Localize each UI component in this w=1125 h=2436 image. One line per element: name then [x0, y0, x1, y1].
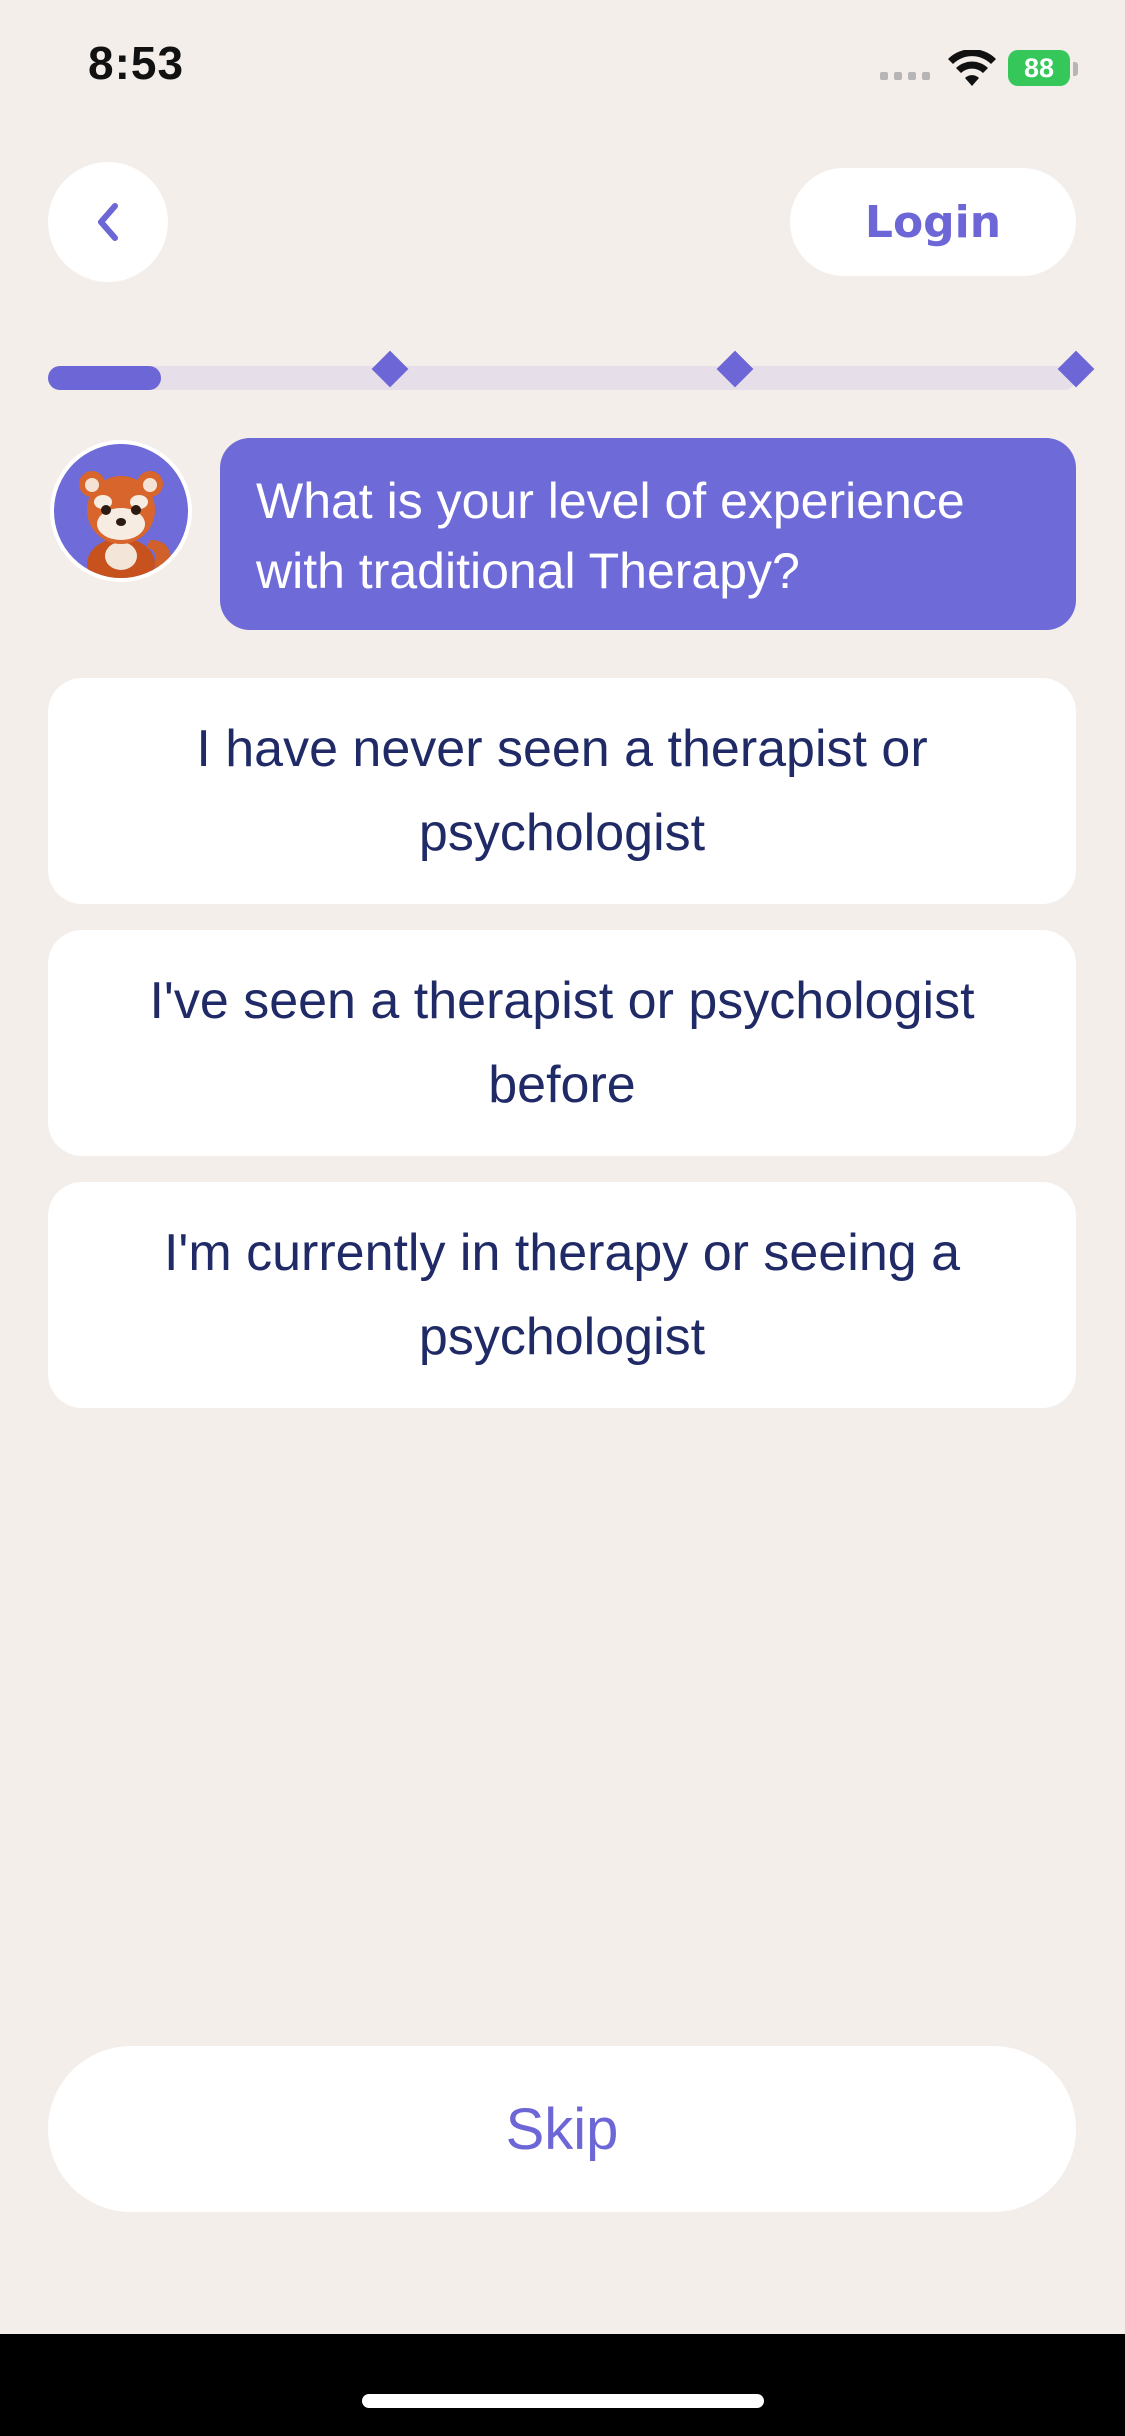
battery-charging-icon: 88: [1008, 50, 1070, 86]
skip-button[interactable]: Skip: [48, 2046, 1076, 2212]
home-indicator-area: [0, 2334, 1125, 2436]
wifi-icon: [948, 50, 996, 86]
status-bar: 8:53 88: [0, 0, 1125, 140]
battery-tip: [1073, 62, 1078, 76]
option-currently-in-therapy[interactable]: I'm currently in therapy or seeing a psy…: [48, 1182, 1076, 1408]
status-time: 8:53: [88, 37, 185, 89]
progress-fill: [48, 366, 162, 390]
question-bubble: What is your level of experience with tr…: [220, 438, 1076, 630]
option-seen-therapist-before[interactable]: I've seen a therapist or psychologist be…: [48, 930, 1076, 1156]
option-never-seen-therapist[interactable]: I have never seen a therapist or psychol…: [48, 678, 1076, 904]
progress-bar: [48, 366, 1076, 390]
home-indicator[interactable]: [362, 2394, 764, 2408]
cellular-signal-icon: [880, 72, 930, 80]
battery-level: 88: [1023, 52, 1055, 83]
red-panda-avatar: [50, 440, 192, 582]
login-button[interactable]: Login: [790, 168, 1076, 276]
chevron-left-icon: [98, 203, 118, 241]
back-button[interactable]: [48, 162, 168, 282]
